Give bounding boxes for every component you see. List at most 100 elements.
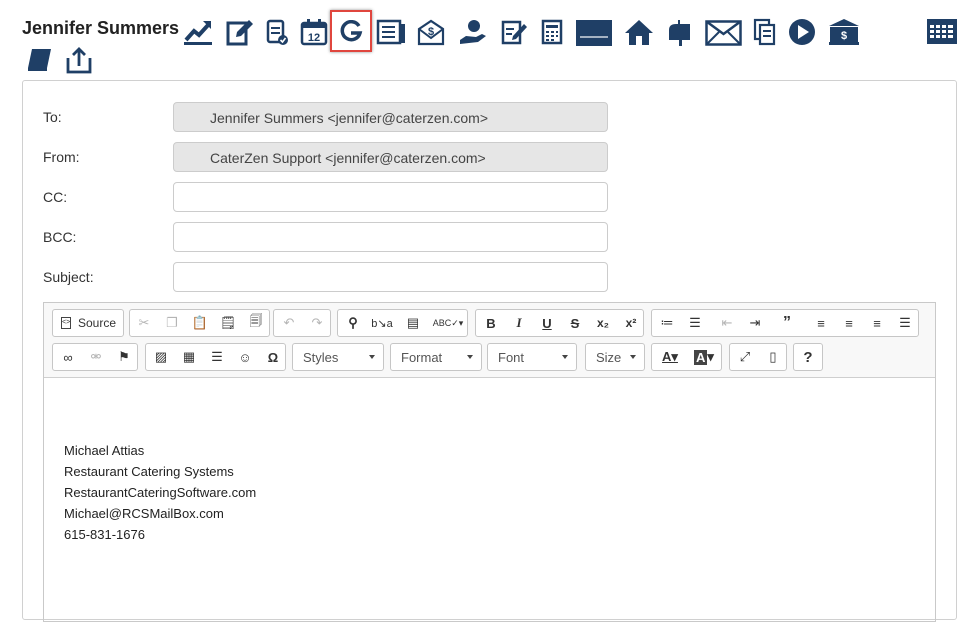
- italic-button[interactable]: I: [505, 310, 533, 336]
- rich-text-editor: <> Source ✂ ❐ 📋 🗒 🗐 ↶ ↷ ⚲ b↘a ▤ ABC✓▾ B …: [43, 302, 936, 622]
- spreadsheet-icon[interactable]: [540, 18, 564, 46]
- redo-icon[interactable]: ↷: [303, 310, 331, 336]
- blockquote-icon[interactable]: ”: [773, 310, 801, 336]
- indent-icon[interactable]: ⇥: [741, 310, 769, 336]
- font-dropdown[interactable]: Font: [487, 343, 577, 371]
- ledger-icon[interactable]: [375, 18, 407, 46]
- subscript-button[interactable]: x₂: [589, 310, 617, 336]
- cut-icon[interactable]: ✂: [130, 310, 158, 336]
- grid-calendar-icon[interactable]: [926, 18, 958, 46]
- align-right-icon[interactable]: ≡: [863, 310, 891, 336]
- edit-note-icon[interactable]: [226, 18, 254, 46]
- share-icon[interactable]: [65, 46, 93, 74]
- replace-icon[interactable]: b↘a: [368, 310, 396, 336]
- align-center-icon[interactable]: ≡: [835, 310, 863, 336]
- styles-dropdown[interactable]: Styles: [292, 343, 384, 371]
- superscript-button[interactable]: x²: [617, 310, 645, 336]
- align-justify-icon[interactable]: ☰: [891, 310, 919, 336]
- copy-icon[interactable]: ❐: [158, 310, 186, 336]
- smiley-icon[interactable]: ☺: [231, 344, 259, 370]
- unlink-icon[interactable]: ⚮: [82, 344, 110, 370]
- book-icon[interactable]: [26, 48, 52, 72]
- documents-icon[interactable]: [752, 18, 778, 46]
- undo-icon[interactable]: ↶: [275, 310, 303, 336]
- payment-hand-icon[interactable]: [458, 18, 488, 46]
- link-group: ∞ ⚮ ⚑: [52, 343, 138, 371]
- find-icon[interactable]: ⚲: [339, 310, 367, 336]
- maximize-icon[interactable]: ⤢: [731, 344, 759, 370]
- from-field: CaterZen Support <jennifer@caterzen.com>: [173, 142, 608, 172]
- editor-toolbar: <> Source ✂ ❐ 📋 🗒 🗐 ↶ ↷ ⚲ b↘a ▤ ABC✓▾ B …: [44, 303, 935, 378]
- bulleted-list-icon[interactable]: ☰: [681, 310, 709, 336]
- clipboard-group: ✂ ❐ 📋 🗒 🗐: [129, 309, 270, 337]
- trend-up-icon[interactable]: [183, 18, 213, 46]
- view-group: ⤢ ▯: [729, 343, 787, 371]
- size-label: Size: [596, 350, 622, 365]
- envelope-icon[interactable]: [705, 20, 742, 46]
- signature-phone: 615-831-1676: [64, 527, 145, 542]
- image-icon[interactable]: ▨: [147, 344, 175, 370]
- signature-email: Michael@RCSMailBox.com: [64, 506, 224, 521]
- table-icon[interactable]: ▦: [175, 344, 203, 370]
- numbered-list-icon[interactable]: ≔: [653, 310, 681, 336]
- source-icon: <>: [61, 317, 71, 329]
- strikethrough-button[interactable]: S: [561, 310, 589, 336]
- background-color-icon[interactable]: A ▾: [688, 344, 720, 370]
- format-label: Format: [401, 350, 443, 365]
- source-button[interactable]: <> Source: [52, 309, 124, 337]
- help-group: ?: [793, 343, 823, 371]
- special-char-icon[interactable]: Ω: [259, 344, 287, 370]
- color-group: A▾ A ▾: [651, 343, 722, 371]
- source-label: Source: [78, 316, 117, 330]
- invoice-mail-icon[interactable]: $: [417, 18, 445, 46]
- signature-name: Michael Attias: [64, 443, 145, 458]
- from-label: From:: [43, 149, 80, 165]
- dollar-sign: $: [428, 26, 434, 38]
- signature-doc-icon[interactable]: [500, 18, 528, 46]
- text-color-icon[interactable]: A▾: [654, 344, 686, 370]
- chevron-down-icon: [630, 355, 636, 359]
- spellcheck-icon[interactable]: ABC✓▾: [430, 310, 466, 336]
- size-dropdown[interactable]: Size: [585, 343, 645, 371]
- to-field: Jennifer Summers <jennifer@caterzen.com>: [173, 102, 608, 132]
- font-label: Font: [498, 350, 525, 365]
- bcc-label: BCC:: [43, 229, 77, 245]
- checklist-icon[interactable]: [264, 18, 290, 46]
- paragraph-group: ≔ ☰ ⇤ ⇥ ” ≡ ≡ ≡ ☰: [651, 309, 919, 337]
- mailbox-icon[interactable]: [666, 18, 694, 46]
- calendar-day-number: 12: [308, 32, 320, 44]
- outdent-icon[interactable]: ⇤: [713, 310, 741, 336]
- chevron-down-icon: [369, 355, 375, 359]
- cc-field[interactable]: [173, 182, 608, 212]
- format-group: B I U S x₂ x²: [475, 309, 644, 337]
- bold-button[interactable]: B: [477, 310, 505, 336]
- styles-label: Styles: [303, 350, 339, 365]
- subject-field[interactable]: [173, 262, 608, 292]
- play-icon[interactable]: [788, 18, 816, 46]
- anchor-flag-icon[interactable]: ⚑: [110, 344, 138, 370]
- home-icon[interactable]: [624, 18, 654, 46]
- bank-icon[interactable]: $: [828, 18, 860, 46]
- paste-icon[interactable]: 📋: [186, 310, 214, 336]
- to-label: To:: [43, 109, 62, 125]
- calendar-icon[interactable]: 12: [300, 18, 328, 46]
- select-all-icon[interactable]: ▤: [399, 310, 427, 336]
- horizontal-rule-icon[interactable]: ☰: [203, 344, 231, 370]
- find-group: ⚲ b↘a ▤ ABC✓▾: [337, 309, 468, 337]
- cc-label: CC:: [43, 189, 68, 205]
- signature-website: RestaurantCateringSoftware.com: [64, 485, 257, 500]
- paste-word-icon[interactable]: 🗐: [242, 310, 270, 336]
- signature-company: Restaurant Catering Systems: [64, 464, 234, 479]
- underline-button[interactable]: U: [533, 310, 561, 336]
- undo-group: ↶ ↷: [273, 309, 331, 337]
- bcc-field[interactable]: [173, 222, 608, 252]
- link-icon[interactable]: ∞: [54, 344, 82, 370]
- format-dropdown[interactable]: Format: [390, 343, 482, 371]
- align-left-icon[interactable]: ≡: [807, 310, 835, 336]
- paste-text-icon[interactable]: 🗒: [214, 310, 242, 336]
- selected-highlight: [330, 10, 372, 52]
- editor-content[interactable]: Michael Attias Restaurant Catering Syste…: [44, 379, 935, 619]
- help-button[interactable]: ?: [794, 344, 822, 370]
- card-icon[interactable]: [576, 20, 612, 46]
- show-blocks-icon[interactable]: ▯: [759, 344, 787, 370]
